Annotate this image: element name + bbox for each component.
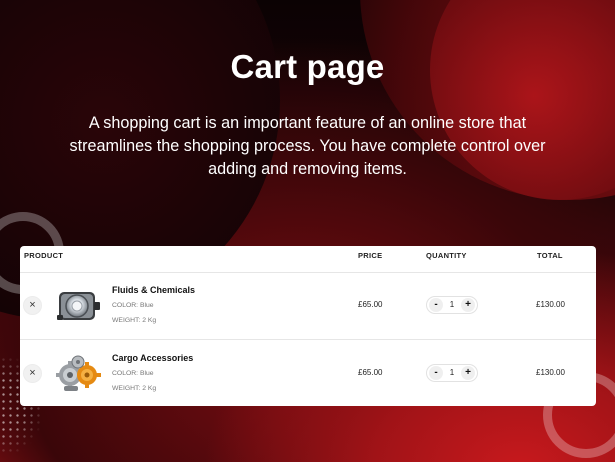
page-title: Cart page — [230, 48, 385, 85]
product-name[interactable]: Cargo Accessories — [112, 353, 193, 363]
decrease-quantity-button[interactable]: - — [429, 298, 443, 312]
product-name[interactable]: Fluids & Chemicals — [112, 285, 195, 295]
product-total: £130.00 — [536, 368, 565, 377]
column-header-product: PRODUCT — [24, 251, 64, 260]
cart-table-header: PRODUCT PRICE QUANTITY TOTAL — [20, 246, 596, 273]
column-header-quantity: QUANTITY — [426, 251, 467, 260]
remove-item-button[interactable]: × — [23, 296, 42, 315]
decrease-quantity-button[interactable]: - — [429, 366, 443, 380]
quantity-input[interactable] — [444, 299, 460, 311]
product-price: £65.00 — [358, 300, 383, 309]
product-color: COLOR: Blue — [112, 302, 154, 309]
increase-quantity-button[interactable]: + — [461, 298, 475, 312]
quantity-stepper: - + — [426, 296, 478, 314]
gears-icon — [56, 355, 101, 391]
product-total: £130.00 — [536, 300, 565, 309]
product-weight: WEIGHT: 2 Kg — [112, 385, 157, 392]
cart-row: × Fluids & Chemicals COLOR: Blue WEIGHT:… — [20, 273, 596, 340]
cart-table: PRODUCT PRICE QUANTITY TOTAL × Fluids & … — [20, 246, 596, 406]
product-price: £65.00 — [358, 368, 383, 377]
column-header-price: PRICE — [358, 251, 383, 260]
headlight-icon — [57, 292, 100, 320]
product-color: COLOR: Blue — [112, 370, 154, 377]
quantity-input[interactable] — [444, 367, 460, 379]
product-weight: WEIGHT: 2 Kg — [112, 317, 157, 324]
quantity-stepper: - + — [426, 364, 478, 382]
page-description: A shopping cart is an important feature … — [69, 114, 546, 178]
column-header-total: TOTAL — [537, 251, 563, 260]
increase-quantity-button[interactable]: + — [461, 366, 475, 380]
remove-item-button[interactable]: × — [23, 364, 42, 383]
cart-row: × Cargo Accessories COLOR: Blue WEIGHT: … — [20, 341, 596, 408]
